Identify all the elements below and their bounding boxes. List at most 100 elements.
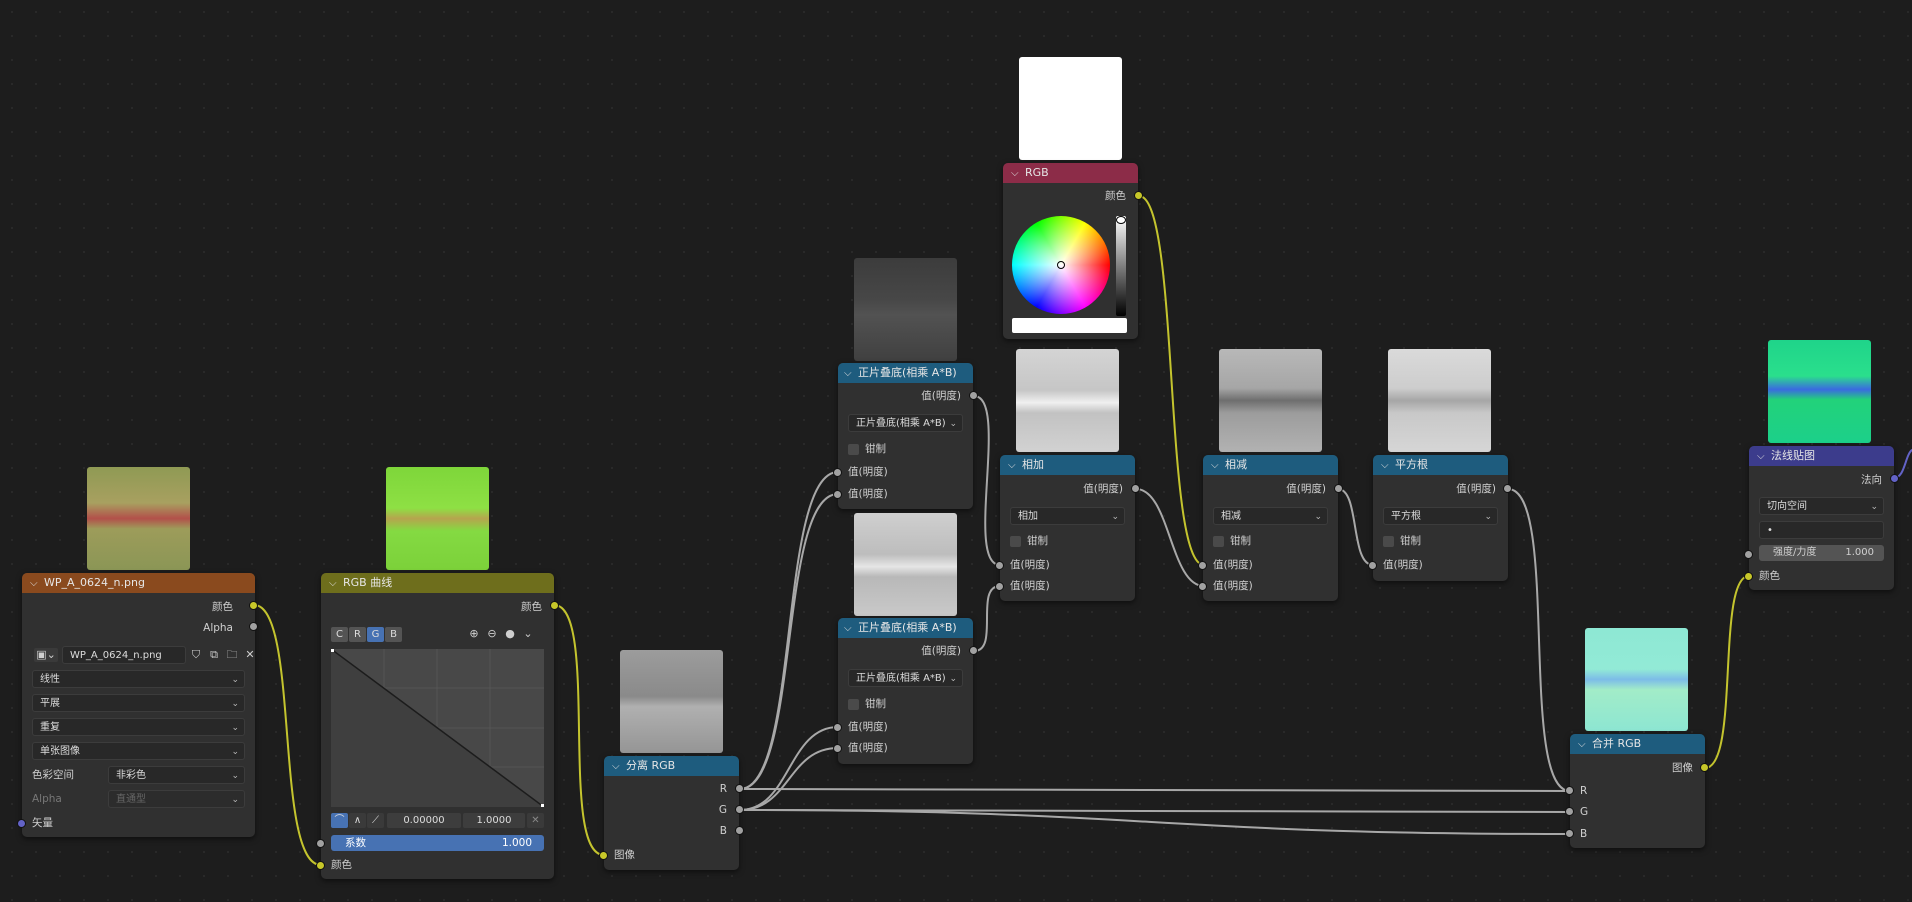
socket-separate-image-in[interactable] xyxy=(599,851,608,860)
checkbox-icon[interactable] xyxy=(848,698,859,710)
socket-separate-r-out[interactable] xyxy=(735,784,744,793)
socket-image-color-out[interactable] xyxy=(249,601,258,610)
open-folder-icon[interactable]: 🗀 xyxy=(225,648,239,662)
clamp-checkbox[interactable]: 钳制 xyxy=(848,441,886,457)
socket-rgb-color-out[interactable] xyxy=(1134,191,1143,200)
node-header[interactable]: ⌵ 相加 xyxy=(1000,455,1135,475)
socket-subtract-out[interactable] xyxy=(1334,484,1343,493)
handle-auto-icon[interactable]: ⌒ xyxy=(331,813,348,828)
socket-normal-strength-in[interactable] xyxy=(1744,550,1753,559)
color-space-dropdown[interactable]: 非彩色 ⌄ xyxy=(108,766,245,784)
operation-dropdown[interactable]: 正片叠底(相乘 A*B) ⌄ xyxy=(848,414,963,432)
socket-multiply-1-out[interactable] xyxy=(969,391,978,400)
node-header[interactable]: ⌵ 分离 RGB xyxy=(604,756,739,776)
socket-normal-out[interactable] xyxy=(1890,474,1899,483)
channel-tab-c[interactable]: C xyxy=(331,627,348,642)
node-header[interactable]: ⌵ 相减 xyxy=(1203,455,1338,475)
node-header[interactable]: ⌵ 正片叠底(相乘 A*B) xyxy=(838,618,973,638)
duplicate-image-icon[interactable]: ⧉ xyxy=(207,648,221,662)
clamp-checkbox[interactable]: 钳制 xyxy=(1213,533,1251,549)
multiply-1-node[interactable]: ⌵ 正片叠底(相乘 A*B) 值(明度) 正片叠底(相乘 A*B) ⌄ 钳制 值(明… xyxy=(838,363,973,509)
curve-graph[interactable] xyxy=(331,649,544,807)
multiply-2-node[interactable]: ⌵ 正片叠底(相乘 A*B) 值(明度) 正片叠底(相乘 A*B) ⌄ 钳制 值(明… xyxy=(838,618,973,764)
rgb-curves-node[interactable]: ⌵ RGB 曲线 颜色 C R G B ⊕ ⊖ ● ⌄ ⌒ ∧ ⟋ 0.00000… xyxy=(321,573,554,879)
node-header[interactable]: ⌵ RGB xyxy=(1003,163,1138,183)
node-header[interactable]: ⌵ 合并 RGB xyxy=(1570,734,1705,754)
channel-tab-r[interactable]: R xyxy=(349,627,366,642)
sqrt-node[interactable]: ⌵ 平方根 值(明度) 平方根 ⌄ 钳制 值(明度) xyxy=(1373,455,1508,581)
socket-add-in-b[interactable] xyxy=(995,582,1004,591)
collapse-chevron-icon[interactable]: ⌵ xyxy=(1381,456,1395,476)
collapse-chevron-icon[interactable]: ⌵ xyxy=(1011,164,1025,184)
operation-dropdown[interactable]: 相加 ⌄ xyxy=(1010,507,1125,525)
interpolation-dropdown[interactable]: 线性 ⌄ xyxy=(32,670,245,688)
unlink-close-icon[interactable]: ✕ xyxy=(243,648,257,662)
socket-sqrt-in[interactable] xyxy=(1368,561,1377,570)
socket-combine-g-in[interactable] xyxy=(1565,807,1574,816)
socket-sqrt-out[interactable] xyxy=(1503,484,1512,493)
image-texture-node[interactable]: ⌵ WP_A_0624_n.png 颜色 Alpha ▣⌄ WP_A_0624_n… xyxy=(22,573,255,837)
handle-vector-icon[interactable]: ∧ xyxy=(349,813,366,828)
node-header[interactable]: ⌵ 平方根 xyxy=(1373,455,1508,475)
color-wheel-cursor[interactable] xyxy=(1057,261,1065,269)
color-swatch[interactable] xyxy=(1012,318,1127,333)
operation-dropdown[interactable]: 相减 ⌄ xyxy=(1213,507,1328,525)
socket-subtract-in-a[interactable] xyxy=(1198,561,1207,570)
checkbox-icon[interactable] xyxy=(848,443,859,455)
socket-curves-color-in[interactable] xyxy=(316,861,325,870)
checkbox-icon[interactable] xyxy=(1010,535,1021,547)
collapse-chevron-icon[interactable]: ⌵ xyxy=(844,364,858,384)
node-header[interactable]: ⌵ 正片叠底(相乘 A*B) xyxy=(838,363,973,383)
socket-multiply-1-in-b[interactable] xyxy=(833,490,842,499)
clamp-checkbox[interactable]: 钳制 xyxy=(1383,533,1421,549)
space-dropdown[interactable]: 切向空间 ⌄ xyxy=(1759,497,1884,515)
socket-combine-r-in[interactable] xyxy=(1565,786,1574,795)
node-header[interactable]: ⌵ WP_A_0624_n.png xyxy=(22,573,255,593)
curve-max-field[interactable]: 1.0000 xyxy=(463,813,525,828)
curve-tools-icon[interactable]: ● xyxy=(503,627,517,641)
channel-tab-g[interactable]: G xyxy=(367,627,384,642)
collapse-chevron-icon[interactable]: ⌵ xyxy=(1578,735,1592,755)
factor-slider[interactable]: 系数 1.000 xyxy=(331,835,544,851)
socket-normal-color-in[interactable] xyxy=(1744,572,1753,581)
curve-menu-chevron-icon[interactable]: ⌄ xyxy=(521,627,535,641)
collapse-chevron-icon[interactable]: ⌵ xyxy=(1211,456,1225,476)
collapse-chevron-icon[interactable]: ⌵ xyxy=(329,574,343,594)
socket-add-out[interactable] xyxy=(1131,484,1140,493)
clamp-checkbox[interactable]: 钳制 xyxy=(1010,533,1048,549)
operation-dropdown[interactable]: 正片叠底(相乘 A*B) ⌄ xyxy=(848,669,963,687)
delete-point-icon[interactable]: ✕ xyxy=(527,813,544,828)
socket-subtract-in-b[interactable] xyxy=(1198,582,1207,591)
socket-combine-image-out[interactable] xyxy=(1700,763,1709,772)
value-slider-cursor[interactable] xyxy=(1116,216,1126,224)
channel-tab-b[interactable]: B xyxy=(385,627,402,642)
curve-min-field[interactable]: 0.00000 xyxy=(387,813,461,828)
fake-user-shield-icon[interactable]: ⛉ xyxy=(189,648,203,662)
subtract-node[interactable]: ⌵ 相减 值(明度) 相减 ⌄ 钳制 值(明度) 值(明度) xyxy=(1203,455,1338,601)
source-dropdown[interactable]: 单张图像 ⌄ xyxy=(32,742,245,760)
handle-free-icon[interactable]: ⟋ xyxy=(367,813,384,828)
socket-image-alpha-out[interactable] xyxy=(249,622,258,631)
image-browse-icon[interactable]: ▣⌄ xyxy=(34,648,58,662)
socket-multiply-2-in-a[interactable] xyxy=(833,723,842,732)
normal-map-node[interactable]: ⌵ 法线贴图 法向 切向空间 ⌄ • 强度/力度 1.000 颜色 xyxy=(1749,446,1894,590)
socket-image-vector-in[interactable] xyxy=(17,819,26,828)
separate-rgb-node[interactable]: ⌵ 分离 RGB R G B 图像 xyxy=(604,756,739,870)
socket-multiply-1-in-a[interactable] xyxy=(833,468,842,477)
collapse-chevron-icon[interactable]: ⌵ xyxy=(844,619,858,639)
checkbox-icon[interactable] xyxy=(1383,535,1394,547)
image-name-field[interactable]: WP_A_0624_n.png xyxy=(62,646,186,664)
rgb-node[interactable]: ⌵ RGB 颜色 xyxy=(1003,163,1138,339)
socket-combine-b-in[interactable] xyxy=(1565,829,1574,838)
node-header[interactable]: ⌵ 法线贴图 xyxy=(1749,446,1894,466)
collapse-chevron-icon[interactable]: ⌵ xyxy=(1008,456,1022,476)
checkbox-icon[interactable] xyxy=(1213,535,1224,547)
projection-dropdown[interactable]: 平展 ⌄ xyxy=(32,694,245,712)
add-node[interactable]: ⌵ 相加 值(明度) 相加 ⌄ 钳制 值(明度) 值(明度) xyxy=(1000,455,1135,601)
collapse-chevron-icon[interactable]: ⌵ xyxy=(30,574,44,594)
operation-dropdown[interactable]: 平方根 ⌄ xyxy=(1383,507,1498,525)
socket-multiply-2-out[interactable] xyxy=(969,646,978,655)
socket-separate-g-out[interactable] xyxy=(735,805,744,814)
uv-map-field[interactable]: • xyxy=(1759,521,1884,539)
collapse-chevron-icon[interactable]: ⌵ xyxy=(1757,447,1771,467)
